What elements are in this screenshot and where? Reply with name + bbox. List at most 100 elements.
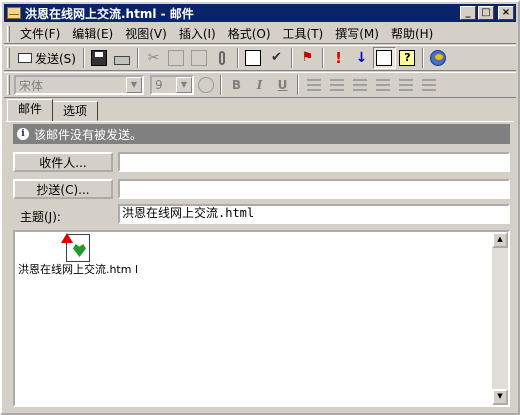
toolbar-separator xyxy=(290,48,293,68)
bullets-button[interactable] xyxy=(371,74,394,96)
menu-tools[interactable]: 工具(T) xyxy=(277,25,330,42)
menu-file[interactable]: 文件(F) xyxy=(14,25,66,42)
toolbar-separator xyxy=(136,48,139,68)
increase-indent-button[interactable] xyxy=(417,74,440,96)
title-bar[interactable]: 洪恩在线网上交流.html - 邮件 _ □ × xyxy=(4,4,516,22)
html-file-icon xyxy=(66,234,90,262)
attachment[interactable]: 洪恩在线网上交流.htm l xyxy=(15,234,141,276)
format-toolbar: 宋体 ▼ 9 ▼ B I U xyxy=(4,72,516,98)
high-priority-button[interactable]: ! xyxy=(327,47,350,69)
flag-button[interactable]: ⚑ xyxy=(296,47,319,69)
align-left-button[interactable] xyxy=(302,74,325,96)
tab-options[interactable]: 选项 xyxy=(52,101,99,121)
mail-envelope-icon xyxy=(7,7,21,19)
minimize-button[interactable]: _ xyxy=(460,6,476,20)
toolbar-separator xyxy=(82,48,85,68)
align-right-button[interactable] xyxy=(348,74,371,96)
print-button[interactable] xyxy=(111,47,134,69)
paste-icon xyxy=(191,50,208,66)
toolbar-grip[interactable] xyxy=(7,75,10,95)
mail-window: 洪恩在线网上交流.html - 邮件 _ □ × 文件(F) 编辑(E) 视图(… xyxy=(0,0,520,415)
high-priority-icon: ! xyxy=(335,49,342,67)
font-size-combo[interactable]: 9 ▼ xyxy=(150,75,194,95)
help-button[interactable]: ? xyxy=(396,47,419,69)
encode-icon xyxy=(430,50,447,66)
save-button[interactable] xyxy=(88,47,111,69)
cut-button[interactable]: ✂ xyxy=(142,47,165,69)
subject-label: 主题(J): xyxy=(20,210,61,224)
print-icon xyxy=(114,55,131,65)
send-icon xyxy=(18,53,32,63)
increase-indent-icon xyxy=(421,79,436,91)
menu-edit[interactable]: 编辑(E) xyxy=(66,25,119,42)
menu-insert[interactable]: 插入(I) xyxy=(173,25,222,42)
align-center-button[interactable] xyxy=(325,74,348,96)
info-bar: i 该邮件没有被发送。 xyxy=(13,124,510,144)
send-label: 发送(S) xyxy=(35,51,76,66)
check-names-button[interactable]: ✔ xyxy=(265,47,288,69)
to-button[interactable]: 收件人... xyxy=(13,152,113,172)
menu-format[interactable]: 格式(O) xyxy=(222,25,277,42)
chevron-down-icon[interactable]: ▼ xyxy=(126,77,142,93)
scroll-up-button[interactable]: ▲ xyxy=(492,232,508,248)
attach-button[interactable] xyxy=(211,47,234,69)
save-icon xyxy=(91,50,108,66)
attachment-name: 洪恩在线网上交流.htm l xyxy=(17,263,139,276)
standard-toolbar: 发送(S) ✂ ✔ ⚑ ! ↓ ? xyxy=(4,45,516,71)
cc-field[interactable] xyxy=(118,179,510,199)
low-priority-icon: ↓ xyxy=(355,50,368,66)
window-controls: _ □ × xyxy=(460,6,514,20)
menu-help[interactable]: 帮助(H) xyxy=(385,25,439,42)
info-icon: i xyxy=(17,128,29,140)
close-button[interactable]: × xyxy=(498,6,514,20)
attach-icon xyxy=(219,51,226,65)
copy-icon xyxy=(168,50,185,66)
info-message: 该邮件没有被发送。 xyxy=(34,127,143,142)
tab-divider xyxy=(6,121,514,122)
menu-view[interactable]: 视图(V) xyxy=(119,25,173,42)
font-color-icon xyxy=(197,77,214,93)
message-body[interactable]: 洪恩在线网上交流.htm l ▲ ▼ xyxy=(13,230,510,407)
toolbar-separator xyxy=(297,75,299,95)
send-button[interactable]: 发送(S) xyxy=(14,47,80,69)
align-left-icon xyxy=(306,79,321,91)
encode-button[interactable] xyxy=(427,47,450,69)
menu-bar: 文件(F) 编辑(E) 视图(V) 插入(I) 格式(O) 工具(T) 撰写(M… xyxy=(4,24,516,44)
bold-button[interactable]: B xyxy=(225,74,248,96)
align-right-icon xyxy=(352,79,367,91)
message-card-icon xyxy=(376,50,393,66)
window-title: 洪恩在线网上交流.html - 邮件 xyxy=(25,6,194,21)
menu-compose[interactable]: 撰写(M) xyxy=(329,25,385,42)
toolbar-separator xyxy=(236,48,239,68)
tab-message[interactable]: 邮件 xyxy=(7,99,54,121)
cut-icon: ✂ xyxy=(147,50,160,66)
scroll-down-button[interactable]: ▼ xyxy=(492,389,508,405)
toolbar-separator xyxy=(321,48,324,68)
check-names-icon: ✔ xyxy=(271,50,282,65)
menu-grip[interactable] xyxy=(7,25,10,42)
subject-field[interactable]: 洪恩在线网上交流.html xyxy=(118,204,510,224)
font-size-value: 9 xyxy=(155,78,163,92)
message-card-button[interactable] xyxy=(372,47,396,69)
font-name-combo[interactable]: 宋体 ▼ xyxy=(14,75,144,95)
underline-button[interactable]: U xyxy=(271,74,294,96)
toolbar-separator xyxy=(220,75,222,95)
tab-strip: 邮件 选项 xyxy=(7,99,99,121)
to-field[interactable] xyxy=(118,152,510,172)
decrease-indent-icon xyxy=(398,79,413,91)
italic-button[interactable]: I xyxy=(248,74,271,96)
maximize-button[interactable]: □ xyxy=(478,6,494,20)
low-priority-button[interactable]: ↓ xyxy=(350,47,373,69)
font-color-button[interactable] xyxy=(194,74,217,96)
vertical-scrollbar[interactable]: ▲ ▼ xyxy=(492,232,508,405)
address-book-button[interactable] xyxy=(242,47,265,69)
font-name-value: 宋体 xyxy=(19,78,44,93)
copy-button[interactable] xyxy=(165,47,188,69)
chevron-down-icon[interactable]: ▼ xyxy=(176,77,192,93)
cc-button[interactable]: 抄送(C)... xyxy=(13,179,113,199)
decrease-indent-button[interactable] xyxy=(394,74,417,96)
toolbar-separator xyxy=(421,48,424,68)
paste-button[interactable] xyxy=(188,47,211,69)
align-center-icon xyxy=(329,79,344,91)
toolbar-grip[interactable] xyxy=(7,48,10,68)
